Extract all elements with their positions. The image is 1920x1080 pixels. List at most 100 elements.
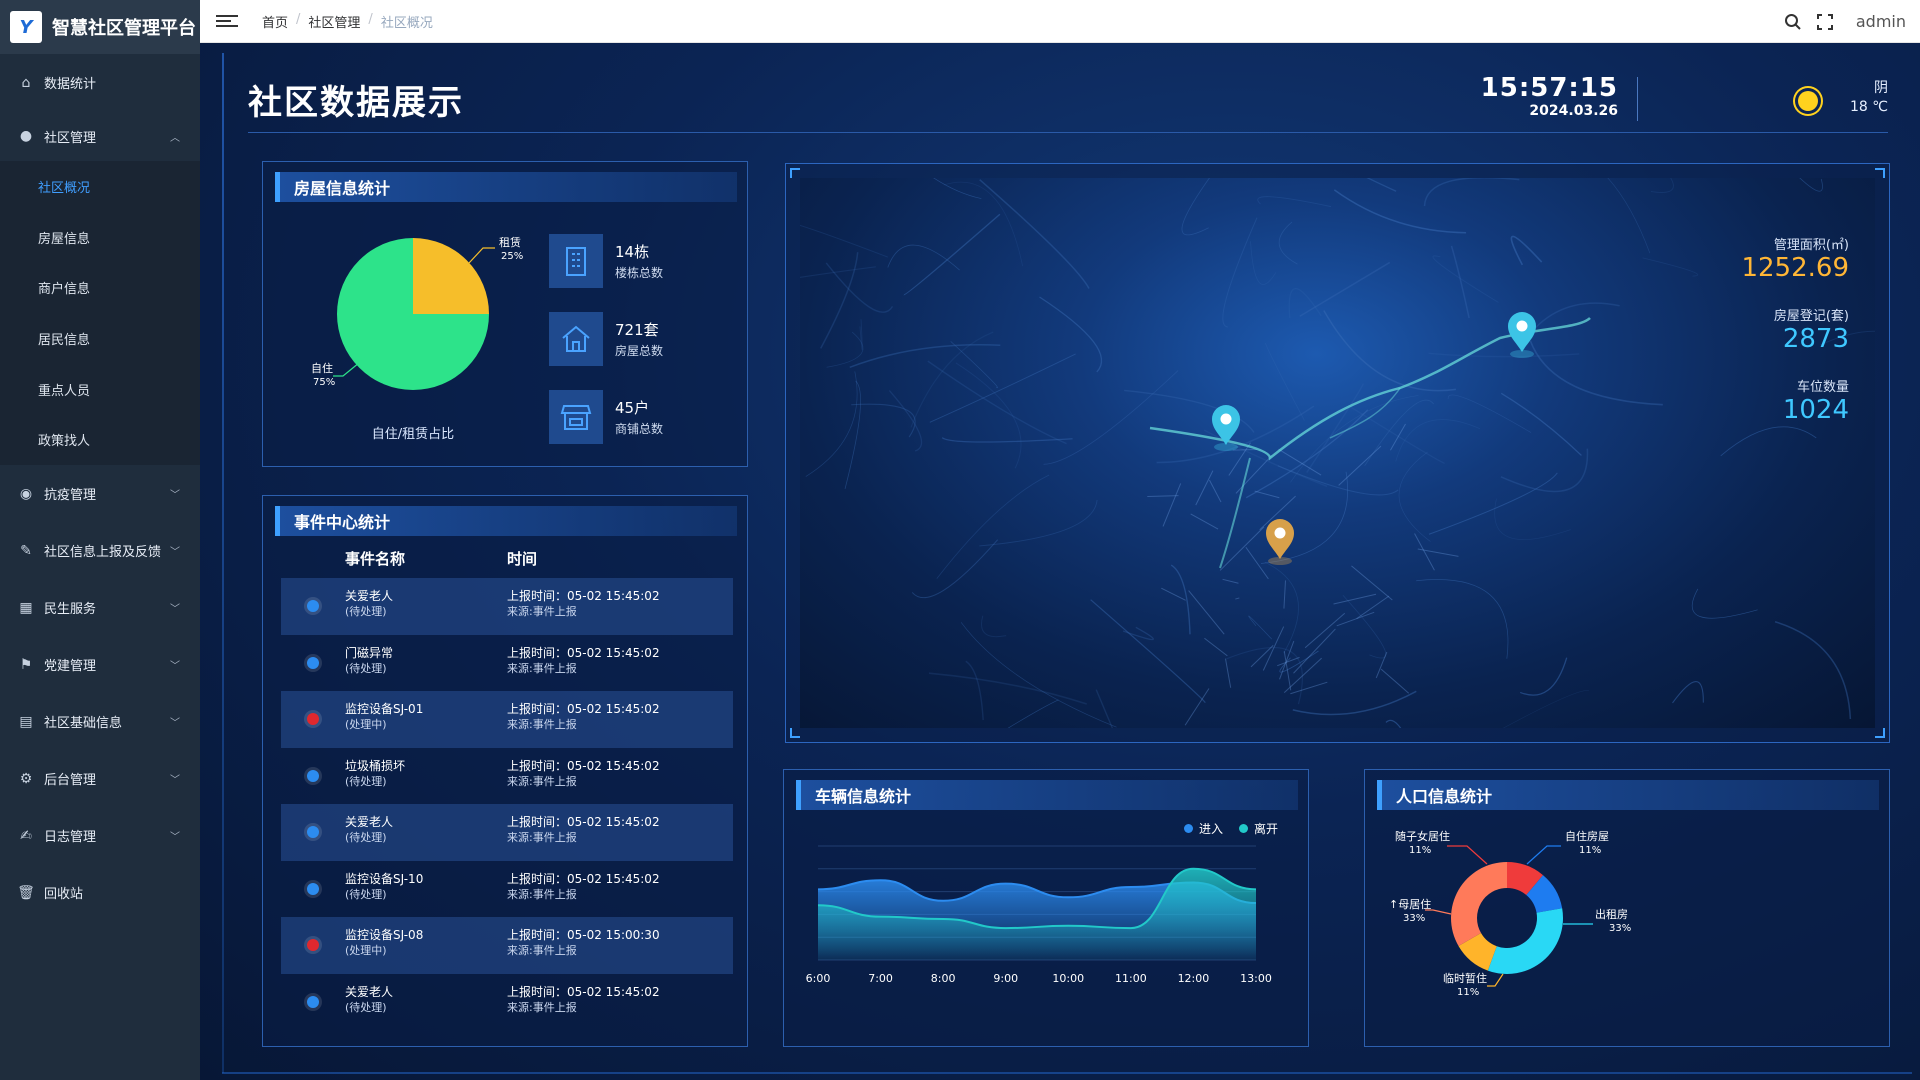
event-row[interactable]: 监控设备SJ-01 (处理中) 上报时间：05-02 15:45:02 来源:事件上报 [281,691,733,748]
status-dot-icon [307,600,319,612]
road [1293,628,1336,674]
road [1304,612,1346,649]
road [1799,178,1823,192]
event-time-text: 上报时间：05-02 15:45:02 [507,645,660,660]
sidebar-item-label: 民生服务 [44,602,97,618]
user-name[interactable]: admin [1856,12,1906,31]
event-row[interactable]: 关爱老人 (待处理) 上报时间：05-02 15:45:02 来源:事件上报 [281,578,733,635]
sidebar-item-0[interactable]: ⌂ 数据统计 [0,54,200,111]
sidebar-item-4[interactable]: ▦ 民生服务 ﹀ [0,579,200,636]
submenu-item-4[interactable]: 重点人员 [0,364,200,415]
donut-slice[interactable] [1487,908,1563,974]
pie-slice-租赁[interactable] [413,238,489,314]
road [911,539,999,598]
status-dot-icon [307,826,319,838]
building-icon [549,234,603,288]
event-row[interactable]: 监控设备SJ-08 (处理中) 上报时间：05-02 15:00:30 来源:事件上报 [281,917,733,974]
event-time-text: 上报时间：05-02 15:45:02 [507,589,660,603]
donut-slice[interactable] [1451,862,1507,946]
logo[interactable]: Y 智慧社区管理平台 [0,0,200,54]
road [1245,409,1369,499]
road [1290,681,1328,695]
gear-icon: ⚙ [19,770,33,787]
road [1188,590,1225,635]
sidebar-item-5[interactable]: ⚑ 党建管理 ﹀ [0,636,200,693]
submenu-item-0[interactable]: 社区概况 [0,161,200,212]
city-map[interactable]: 管理面积(㎡) 1252.69 房屋登记(套) 2873 车位数量 1024 [800,178,1875,728]
chevron-down-icon: ﹀ [170,832,180,844]
sidebar-item-7[interactable]: ⚙ 后台管理 ﹀ [0,750,200,807]
road [1090,599,1206,704]
x-tick-label: 10:00 [1052,972,1084,985]
legend-leave[interactable]: 离开 [1238,820,1278,837]
breadcrumb-community[interactable]: 社区管理 [308,12,360,31]
event-time-text: 上报时间：05-02 15:00:30 [507,928,660,942]
sidebar-item-1[interactable]: ● 社区管理 ︿ [0,111,200,161]
event-row[interactable]: 监控设备SJ-10 (待处理) 上报时间：05-02 15:45:02 来源:事件上报 [281,861,733,918]
breadcrumb-home[interactable]: 首页 [262,12,288,31]
event-time: 上报时间：05-02 15:45:02 来源:事件上报 [507,645,660,677]
donut-percent: 33% [1403,913,1425,924]
vehicle-panel-title: 车辆信息统计 [796,780,1298,810]
submenu-item-1[interactable]: 房屋信息 [0,212,200,263]
road [1672,681,1704,704]
event-name-text: 监控设备SJ-01 [345,702,424,716]
event-status: (处理中) [345,718,387,731]
house-stat-value: 14栋 [615,243,650,261]
map-stat-label: 管理面积(㎡) [1773,238,1849,253]
breadcrumb-current: 社区概况 [380,15,433,31]
sidebar-item-9[interactable]: 🗑 回收站 [0,864,200,921]
map-pin-icon[interactable] [1508,312,1536,358]
road [1195,470,1214,506]
road [1306,383,1364,473]
house-stat-1: 721套 房屋总数 [549,300,663,378]
map-stat-value: 1024 [1782,395,1849,425]
event-source: 来源:事件上报 [507,1000,577,1014]
house-stat-label: 楼栋总数 [615,266,664,280]
road [1347,404,1445,465]
road [826,331,864,368]
road [1650,178,1674,193]
road [927,360,1067,445]
road [859,319,863,350]
house-stat-2: 45户 商铺总数 [549,378,663,456]
road [1039,296,1103,373]
road [1428,472,1558,535]
road [1432,255,1499,303]
map-roads [800,178,1875,728]
event-row[interactable]: 门磁异常 (待处理) 上报时间：05-02 15:45:02 来源:事件上报 [281,635,733,692]
submenu-item-3[interactable]: 居民信息 [0,313,200,364]
search-icon[interactable] [1784,13,1802,31]
submenu-item-2[interactable]: 商户信息 [0,262,200,313]
event-name: 关爱老人 (待处理) [345,984,393,1016]
road [1248,615,1273,640]
event-status: (待处理) [345,887,387,901]
clock-time: 15:57:15 [1480,73,1618,103]
road [1250,241,1277,285]
event-name: 关爱老人 (待处理) [345,588,393,620]
road [1007,699,1059,728]
sidebar-item-3[interactable]: ✎ 社区信息上报及反馈 ﹀ [0,522,200,579]
road [1323,310,1457,392]
chevron-up-icon: ︿ [170,132,180,144]
event-time: 上报时间：05-02 15:45:02 来源:事件上报 [507,814,660,846]
sidebar-item-6[interactable]: ▤ 社区基础信息 ﹀ [0,693,200,750]
event-row[interactable]: 垃圾桶损坏 (待处理) 上报时间：05-02 15:45:02 来源:事件上报 [281,748,733,805]
submenu-item-5[interactable]: 政策找人 [0,414,200,465]
event-row[interactable]: 关爱老人 (待处理) 上报时间：05-02 15:45:02 来源:事件上报 [281,804,733,861]
event-source: 来源:事件上报 [507,944,577,957]
event-row[interactable]: 关爱老人 (待处理) 上报时间：05-02 15:45:02 来源:事件上报 [281,974,733,1031]
road [941,437,1073,443]
sidebar-item-2[interactable]: ◉ 抗疫管理 ﹀ [0,465,200,522]
road [979,499,1098,547]
event-status: (处理中) [345,944,387,957]
sidebar-item-8[interactable]: ✍ 日志管理 ﹀ [0,807,200,864]
road [1523,302,1620,342]
menu-toggle-icon[interactable] [216,15,238,27]
donut-leader-line [1487,973,1504,987]
fullscreen-icon[interactable] [1816,13,1834,31]
legend-enter[interactable]: 进入 [1183,820,1223,837]
house-pie-chart: 租赁 25% 自住 75% 自住/租赁占比 [311,235,523,442]
pie-label: 自住 [311,361,333,375]
pin-center [1516,320,1528,332]
